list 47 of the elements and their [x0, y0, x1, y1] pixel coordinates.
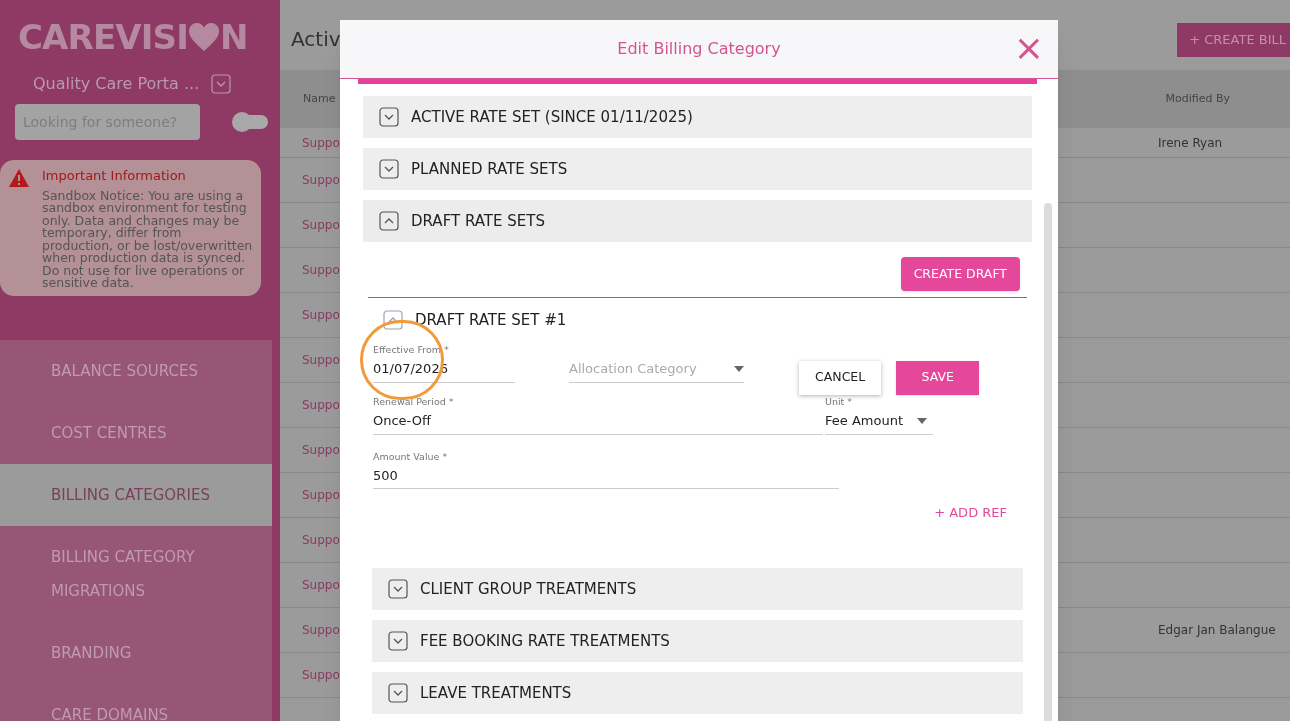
create-button[interactable]: + CREATE BILL [1177, 23, 1290, 57]
accordion-header[interactable]: DRAFT RATE SET #1 [363, 309, 1032, 331]
save-button[interactable]: SAVE [896, 360, 980, 395]
chevron-down-icon [379, 107, 399, 127]
caret-icon [734, 366, 744, 372]
add-ref-button[interactable]: + ADD REF [934, 503, 1007, 523]
chevron-down-icon [388, 578, 408, 599]
sidebar-item[interactable]: BALANCE SOURCES [0, 339, 272, 402]
toggle-switch[interactable] [234, 115, 268, 129]
table-cell-text: Edgar Jan Balangue [1158, 622, 1276, 639]
sidebar-item[interactable]: BILLING CATEGORY MIGRATIONS [0, 525, 272, 622]
accordion-header[interactable]: DRAFT RATE SETS [363, 200, 1032, 242]
sidebar-item[interactable]: COST CENTRES [0, 401, 272, 464]
dialog-title: Edit Billing Category [617, 38, 781, 60]
chevron-down-icon [379, 159, 399, 179]
chevron-down-icon[interactable] [211, 74, 232, 94]
select-field[interactable]: Unit * Fee Amount [825, 394, 933, 435]
organization-name: Quality Care Porta ... [33, 73, 200, 95]
chevron-down-icon [388, 630, 408, 651]
logo: CAREVISI N [18, 15, 248, 59]
sidebar-item[interactable]: CARE DOMAINS [0, 683, 272, 721]
accordion-header[interactable]: FEE BOOKING RATE TREATMENTS [372, 619, 1023, 662]
heart-icon [188, 22, 220, 52]
accordion-header[interactable]: PLANNED RATE SETS [363, 148, 1032, 190]
accordion-header[interactable]: ACTIVE RATE SET (SINCE 01/11/2025) [363, 96, 1032, 138]
table-cell-text: Irene Ryan [1158, 134, 1223, 152]
notice-text: Sandbox Notice: You are using a sandbox environment for testing only. Data and changes may be temporary, differ from production, or be lost/overwritten when production data is synced. Do not use for live operations or sensitive data. [42, 189, 253, 290]
select-field[interactable]: Allocation Category [569, 359, 744, 383]
scrollbar[interactable] [1044, 203, 1052, 721]
amount-field[interactable]: Amount Value * 500 [373, 449, 839, 490]
notice-title: Important Information [42, 167, 187, 185]
accordion-header[interactable]: CLIENT GROUP TREATMENTS [372, 567, 1023, 610]
sidebar-item[interactable]: BRANDING [0, 621, 272, 684]
column-header: Name [303, 90, 336, 107]
warning-icon [8, 168, 30, 188]
chevron-up-icon [379, 211, 399, 231]
close-button[interactable]: × [1013, 30, 1044, 66]
sidebar-item[interactable]: BILLING CATEGORIES [0, 463, 272, 526]
page-title: Activ [291, 26, 341, 53]
accordion-header[interactable]: LEAVE TREATMENTS [372, 671, 1023, 714]
chevron-down-icon [388, 682, 408, 703]
chevron-up-icon [383, 310, 403, 330]
caret-icon [917, 417, 927, 424]
select-field[interactable]: Renewal Period * Once-Off [373, 394, 823, 435]
create-draft-button[interactable]: CREATE DRAFT [900, 257, 1020, 291]
cancel-button[interactable]: CANCEL [799, 360, 882, 395]
column-header: Modified By [1165, 90, 1230, 107]
